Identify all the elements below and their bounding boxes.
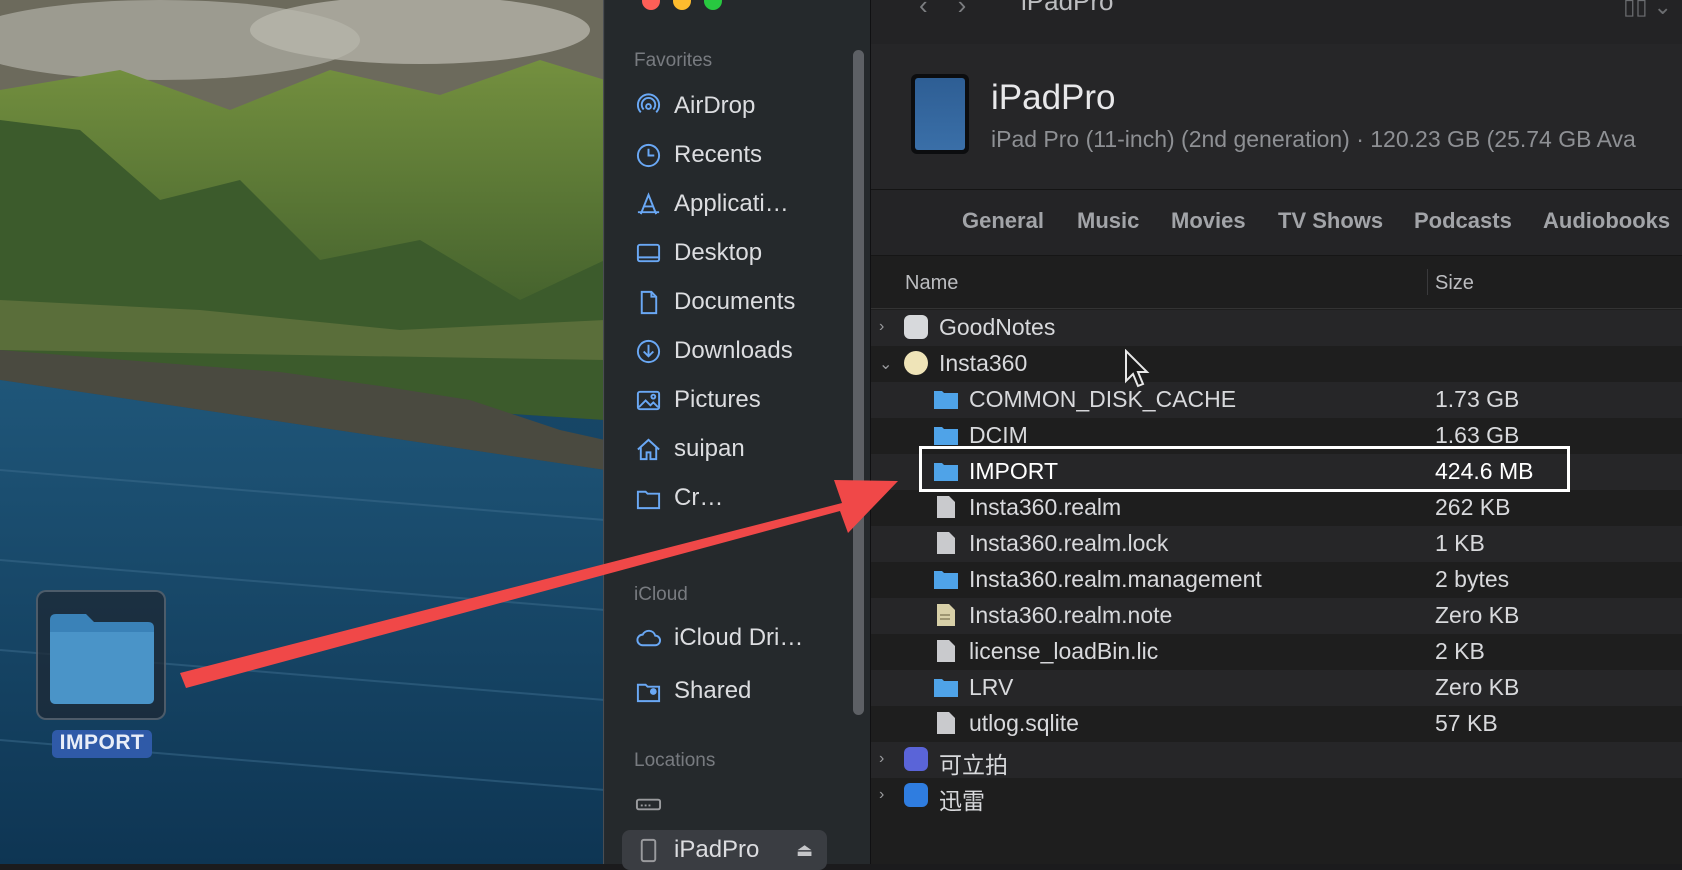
- annotation-arrow: [180, 480, 898, 688]
- mouse-cursor-icon: [1125, 349, 1150, 388]
